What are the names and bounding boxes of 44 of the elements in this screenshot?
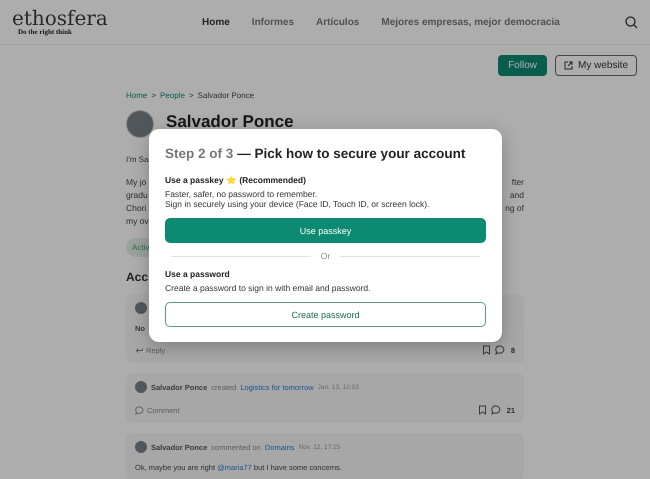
bio-text: ng of: [505, 202, 524, 215]
search-icon[interactable]: [625, 16, 638, 28]
option-heading: Use a passkey ⭐ (Recommended): [165, 175, 307, 185]
avatar: [135, 381, 147, 393]
bio-text: My jo: [126, 176, 146, 189]
speech-bubble-icon: [490, 405, 501, 415]
bio-text: my ov: [126, 215, 149, 228]
bookmark-icon[interactable]: [478, 405, 487, 415]
logo[interactable]: ethosfera: [12, 8, 192, 28]
divider-label: Or: [320, 251, 330, 261]
dialog-title: — Pick how to secure your account: [237, 146, 466, 161]
breadcrumb-link[interactable]: Home: [126, 91, 148, 100]
step-label: Step 2 of 3: [165, 146, 234, 161]
website-button[interactable]: My website: [554, 55, 637, 76]
breadcrumb-current: Salvador Ponce: [198, 91, 254, 100]
bookmark-icon[interactable]: [482, 345, 491, 355]
section-title: Acc: [126, 270, 148, 284]
nav-link[interactable]: Home: [202, 16, 230, 28]
option-description: Faster, safer, no password to remember.: [165, 189, 318, 199]
intro-text: I'm Sa: [126, 155, 148, 164]
profile-name: Salvador Ponce: [166, 112, 294, 130]
option-description: Create a password to sign in with email and password.: [165, 283, 372, 293]
speech-bubble-icon: [135, 406, 144, 414]
create-password-button[interactable]: Create password: [165, 302, 486, 327]
bio-text: and: [510, 189, 524, 202]
avatar: [135, 302, 147, 314]
speech-bubble-icon: [494, 345, 505, 355]
breadcrumb-separator: >: [151, 91, 156, 100]
external-link-icon: [564, 61, 573, 70]
bio-text: gradu: [126, 189, 148, 202]
nav-link[interactable]: Artículos: [316, 16, 360, 28]
nav-link[interactable]: Mejores empresas, mejor democracia: [381, 16, 560, 28]
bio-text: fter: [512, 176, 524, 189]
nav-link[interactable]: Informes: [252, 16, 294, 28]
follow-button[interactable]: Follow: [498, 55, 547, 76]
use-passkey-button[interactable]: Use passkey: [165, 218, 486, 243]
avatar: [135, 441, 147, 453]
option-description: Sign in securely using your device (Face ID, Touch ID, or screen lock).: [165, 199, 430, 209]
bio-text: Chori: [126, 202, 146, 215]
breadcrumb-separator: >: [188, 91, 194, 100]
reply-arrow-icon: [135, 346, 143, 354]
option-heading: Use a password: [165, 269, 231, 279]
avatar: [126, 110, 154, 138]
breadcrumb-link[interactable]: People: [160, 91, 185, 100]
